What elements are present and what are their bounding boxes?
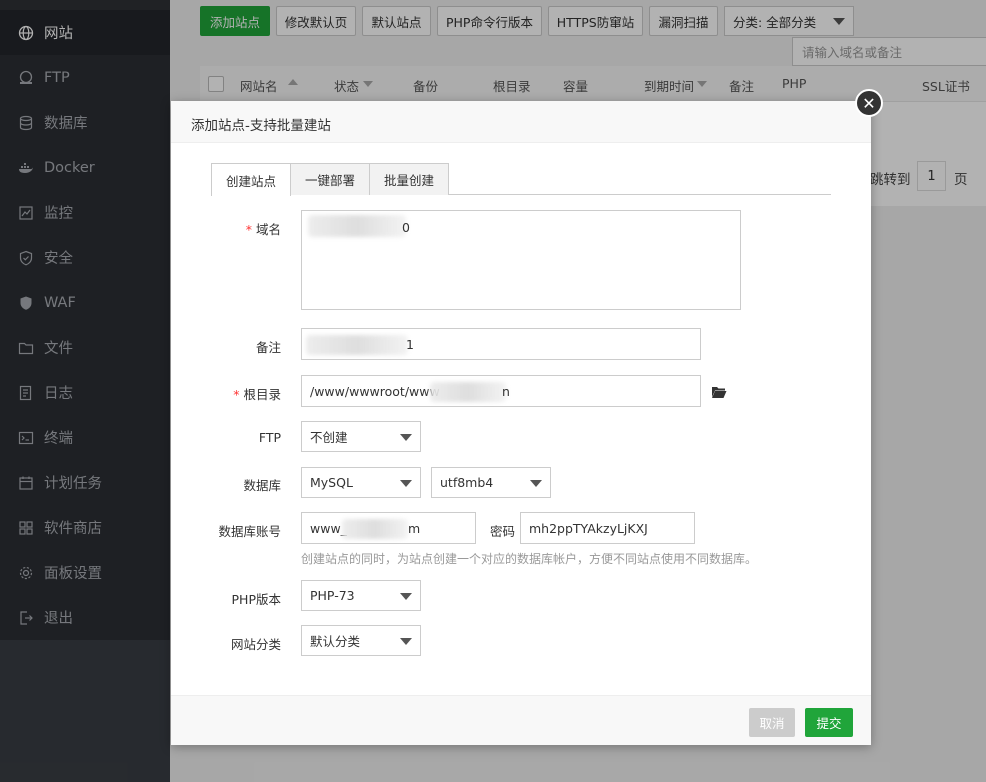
domain-label: * 域名 — [171, 219, 281, 238]
modal-tabs: 创建站点 一键部署 批量创建 — [211, 163, 831, 196]
remark-label: 备注 — [255, 340, 281, 355]
ftp-select-value: 不创建 — [310, 430, 348, 445]
site-category-value: 默认分类 — [310, 634, 361, 649]
chevron-down-icon — [400, 434, 412, 441]
site-category-select[interactable]: 默认分类 — [301, 625, 421, 656]
php-version-label: PHP版本 — [231, 592, 281, 607]
remark-value-tail: 1 — [406, 337, 414, 352]
ftp-label: FTP — [258, 430, 281, 445]
database-type-select[interactable]: MySQL — [301, 467, 421, 498]
add-site-modal: 添加站点-支持批量建站 创建站点 一键部署 批量创建 * 域名 0 备注 1 * 根… — [171, 101, 871, 745]
ftp-select[interactable]: 不创建 — [301, 421, 421, 452]
password-input[interactable]: mh2ppTYAkzyLjKXJ — [520, 512, 695, 544]
tab-create-site[interactable]: 创建站点 — [211, 163, 291, 196]
redacted-blur — [430, 382, 506, 402]
submit-button[interactable]: 提交 — [805, 708, 853, 737]
modal-header: 添加站点-支持批量建站 — [171, 101, 871, 143]
database-type-value: MySQL — [310, 475, 353, 490]
chevron-down-icon — [400, 593, 412, 600]
db-user-label: 数据库账号 — [218, 524, 281, 539]
root-dir-label-text: 根目录 — [243, 387, 281, 402]
remark-input[interactable]: 1 — [301, 328, 701, 360]
modal-title: 添加站点-支持批量建站 — [191, 118, 331, 134]
root-dir-input[interactable]: /www/wwwroot/www n — [301, 375, 701, 407]
site-category-label: 网站分类 — [230, 637, 281, 652]
folder-open-icon[interactable] — [711, 385, 727, 399]
required-mark: * — [245, 222, 252, 237]
chevron-down-icon — [530, 480, 542, 487]
close-icon[interactable]: ✕ — [855, 89, 883, 117]
required-mark: * — [233, 387, 240, 402]
domain-value-tail: 0 — [402, 220, 410, 235]
php-version-select[interactable]: PHP-73 — [301, 580, 421, 611]
php-version-value: PHP-73 — [310, 588, 355, 603]
domain-textarea[interactable]: 0 — [301, 210, 741, 310]
database-label: 数据库 — [243, 478, 281, 493]
root-dir-label: * 根目录 — [171, 384, 281, 403]
modal-footer: 取消 提交 — [171, 695, 871, 745]
database-charset-value: utf8mb4 — [440, 475, 494, 490]
redacted-blur — [306, 335, 408, 355]
chevron-down-icon — [400, 480, 412, 487]
root-dir-value: /www/wwwroot/www — [310, 383, 440, 399]
domain-label-text: 域名 — [255, 222, 281, 237]
tab-one-click-deploy[interactable]: 一键部署 — [290, 163, 370, 195]
redacted-blur — [308, 215, 406, 237]
chevron-down-icon — [400, 638, 412, 645]
db-hint-text: 创建站点的同时，为站点创建一个对应的数据库帐户，方便不同站点使用不同数据库。 — [301, 552, 758, 566]
root-dir-value-tail: n — [502, 384, 510, 399]
password-label: 密码 — [489, 524, 515, 539]
cancel-button[interactable]: 取消 — [749, 708, 795, 737]
redacted-blur — [342, 519, 408, 539]
database-charset-select[interactable]: utf8mb4 — [431, 467, 551, 498]
tab-batch-create[interactable]: 批量创建 — [369, 163, 449, 195]
